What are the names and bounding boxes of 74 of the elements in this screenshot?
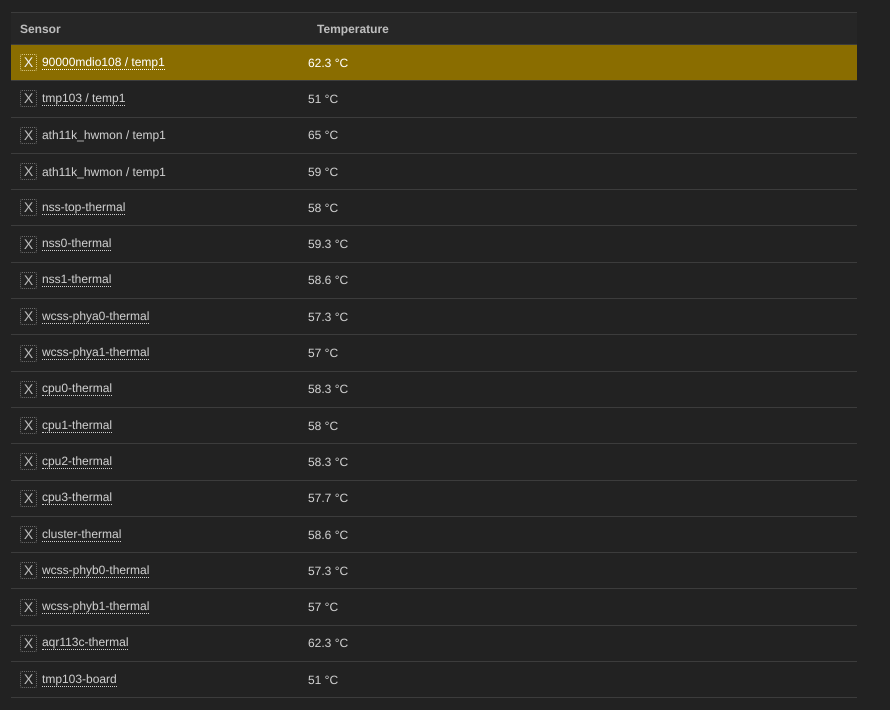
remove-button[interactable]: X [20, 380, 37, 398]
temperature-value: 62.3 °C [308, 56, 348, 70]
sensor-name: wcss-phya0-thermal [42, 310, 150, 324]
temperature-value: 59.3 °C [308, 237, 348, 252]
remove-button[interactable]: X [20, 236, 37, 253]
sensor-name: cluster-thermal [42, 528, 122, 542]
remove-button[interactable]: X [20, 417, 37, 434]
sensor-name: ath11k_hwmon / temp1 [42, 128, 166, 142]
table-row[interactable]: X cpu0-thermal 58.3 °C [11, 372, 857, 408]
temperature-value: 59 °C [308, 164, 338, 179]
temperature-value: 58.3 °C [308, 382, 348, 396]
sensor-name: wcss-phyb1-thermal [42, 600, 150, 614]
table-row[interactable]: X aqr113c-thermal 62.3 °C [11, 626, 857, 662]
sensor-name: nss-top-thermal [42, 200, 126, 215]
table-row[interactable]: X nss-top-thermal 58 °C [11, 190, 857, 226]
table-row[interactable]: X nss1-thermal 58.6 °C [11, 262, 857, 300]
sensor-name: cpu3-thermal [42, 491, 112, 506]
remove-button[interactable]: X [20, 199, 37, 216]
table-row[interactable]: X nss0-thermal 59.3 °C [11, 226, 857, 263]
table-row[interactable]: X cluster-thermal 58.6 °C [11, 516, 857, 554]
table-row[interactable]: X cpu1-thermal 58 °C [11, 408, 857, 444]
remove-button[interactable]: X [20, 344, 37, 362]
table-row[interactable]: X wcss-phyb0-thermal 57.3 °C [11, 553, 857, 590]
sensor-name: cpu1-thermal [42, 418, 112, 433]
temperature-value: 65 °C [308, 128, 338, 142]
temperature-value: 57 °C [308, 600, 338, 614]
temperature-value: 57.7 °C [308, 491, 348, 506]
remove-button[interactable]: X [20, 490, 37, 507]
remove-button[interactable]: X [20, 272, 37, 289]
sensor-name: cpu0-thermal [42, 382, 112, 396]
remove-button[interactable]: X [20, 163, 37, 180]
table-row[interactable]: X wcss-phyb1-thermal 57 °C [11, 589, 857, 626]
remove-button[interactable]: X [20, 90, 37, 108]
temperature-value: 58.6 °C [308, 528, 348, 542]
temperature-value: 62.3 °C [308, 636, 348, 650]
column-header: Temperature [316, 22, 389, 36]
remove-button[interactable]: X [20, 598, 37, 616]
temperature-value: 57 °C [308, 346, 338, 360]
remove-button[interactable]: X [20, 526, 37, 543]
table-row[interactable]: X cpu2-thermal 58.3 °C [11, 444, 857, 481]
table-row[interactable]: X wcss-phya0-thermal 57.3 °C [11, 299, 857, 336]
sensor-name: nss1-thermal [42, 273, 112, 288]
table-row[interactable]: X ath11k_hwmon / temp1 59 °C [11, 154, 857, 190]
table-row[interactable]: X cpu3-thermal 57.7 °C [11, 480, 857, 517]
remove-button[interactable]: X [20, 54, 37, 72]
sensor-name: tmp103 / temp1 [42, 92, 126, 106]
remove-button[interactable]: X [20, 634, 37, 652]
temperature-value: 58.6 °C [308, 273, 348, 288]
temperature-value: 57.3 °C [308, 310, 348, 324]
remove-button[interactable]: X [20, 308, 37, 326]
sensor-name: wcss-phya1-thermal [42, 346, 150, 360]
table-row[interactable]: X tmp103 / temp1 51 °C [11, 81, 857, 118]
sensor-name: tmp103-board [42, 672, 117, 687]
temperature-value: 51 °C [308, 672, 338, 687]
sensor-name: cpu2-thermal [42, 454, 112, 469]
temperature-value: 51 °C [308, 92, 338, 106]
temperature-value: 58.3 °C [308, 454, 348, 469]
remove-button[interactable]: X [20, 126, 37, 144]
sensor-name: aqr113c-thermal [42, 636, 128, 650]
table-row[interactable]: X wcss-phya1-thermal 57 °C [11, 335, 857, 372]
table-row[interactable]: X tmp103-board 51 °C [11, 662, 857, 698]
remove-button[interactable]: X [20, 671, 37, 688]
remove-button[interactable]: X [20, 562, 37, 580]
sensor-name: 90000mdio108 / temp1 [42, 56, 165, 70]
column-header: Sensor [19, 22, 62, 36]
sensor-name: ath11k_hwmon / temp1 [42, 164, 166, 179]
temperature-value: 57.3 °C [308, 564, 348, 578]
table-row[interactable]: X ath11k_hwmon / temp1 65 °C [11, 118, 857, 154]
remove-button[interactable]: X [20, 453, 37, 470]
sensor-name: wcss-phyb0-thermal [42, 564, 150, 578]
temperature-value: 58 °C [308, 200, 338, 215]
sensor-name: nss0-thermal [42, 237, 112, 252]
temperature-value: 58 °C [308, 418, 338, 433]
table-row[interactable]: X 90000mdio108 / temp1 62.3 °C [11, 45, 857, 82]
